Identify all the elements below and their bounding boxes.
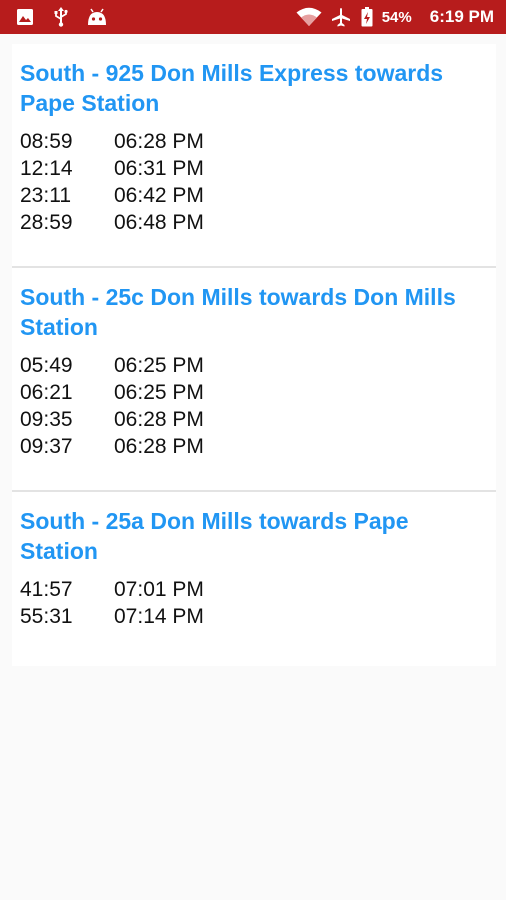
route-card[interactable]: South - 25a Don Mills towards Pape Stati… (12, 492, 496, 666)
arrival-wait: 55:31 (20, 605, 73, 628)
battery-percentage: 54% (381, 8, 412, 26)
status-time: 6:19 PM (429, 7, 494, 26)
route-title: South - 925 Don Mills Express towards Pa… (20, 60, 444, 116)
arrival-time: 06:25 PM (114, 354, 204, 377)
arrival-row: 12:14 06:31 PM (20, 155, 488, 182)
arrival-row: 05:49 06:25 PM (20, 352, 488, 379)
arrival-time: 06:31 PM (114, 157, 204, 180)
arrival-row: 55:31 07:14 PM (20, 603, 488, 630)
arrival-time: 06:28 PM (114, 435, 204, 458)
route-title: South - 25a Don Mills towards Pape Stati… (20, 508, 409, 564)
arrival-row: 28:59 06:48 PM (20, 209, 488, 236)
arrival-wait: 09:35 (20, 408, 73, 431)
arrival-time: 06:42 PM (114, 184, 204, 207)
route-title: South - 25c Don Mills towards Don Mills … (20, 284, 456, 340)
arrival-row: 41:57 07:01 PM (20, 576, 488, 603)
arrival-wait: 05:49 (20, 354, 73, 377)
arrival-wait: 41:57 (20, 578, 73, 601)
arrival-wait: 12:14 (20, 157, 73, 180)
arrival-list: 41:57 07:01 PM 55:31 07:14 PM (20, 576, 488, 666)
arrival-wait: 28:59 (20, 211, 73, 234)
arrival-time: 06:28 PM (114, 130, 204, 153)
route-list: South - 925 Don Mills Express towards Pa… (12, 44, 496, 666)
notification-icons (14, 0, 108, 34)
arrival-row: 23:11 06:42 PM (20, 182, 488, 209)
arrival-time: 06:28 PM (114, 408, 204, 431)
arrival-list: 08:59 06:28 PM 12:14 06:31 PM 23:11 06:4… (20, 128, 488, 266)
arrival-time: 06:48 PM (114, 211, 204, 234)
arrival-time: 07:01 PM (114, 578, 204, 601)
arrival-row: 08:59 06:28 PM (20, 128, 488, 155)
battery-charging-icon (360, 6, 374, 28)
arrival-list: 05:49 06:25 PM 06:21 06:25 PM 09:35 06:2… (20, 352, 488, 490)
arrival-row: 09:37 06:28 PM (20, 433, 488, 460)
status-bar: 54% 6:19 PM (0, 0, 506, 34)
route-card[interactable]: South - 25c Don Mills towards Don Mills … (12, 268, 496, 492)
android-icon (86, 6, 108, 28)
arrival-time: 07:14 PM (114, 605, 204, 628)
usb-icon (50, 6, 72, 28)
arrival-row: 09:35 06:28 PM (20, 406, 488, 433)
arrival-row: 06:21 06:25 PM (20, 379, 488, 406)
wifi-icon (296, 6, 322, 28)
arrival-time: 06:25 PM (114, 381, 204, 404)
arrival-wait: 06:21 (20, 381, 73, 404)
arrival-wait: 23:11 (20, 184, 71, 207)
arrival-wait: 08:59 (20, 130, 73, 153)
image-icon (14, 6, 36, 28)
route-card[interactable]: South - 925 Don Mills Express towards Pa… (12, 44, 496, 268)
system-icons: 54% 6:19 PM (296, 0, 494, 34)
arrival-wait: 09:37 (20, 435, 73, 458)
airplane-icon (330, 6, 352, 28)
